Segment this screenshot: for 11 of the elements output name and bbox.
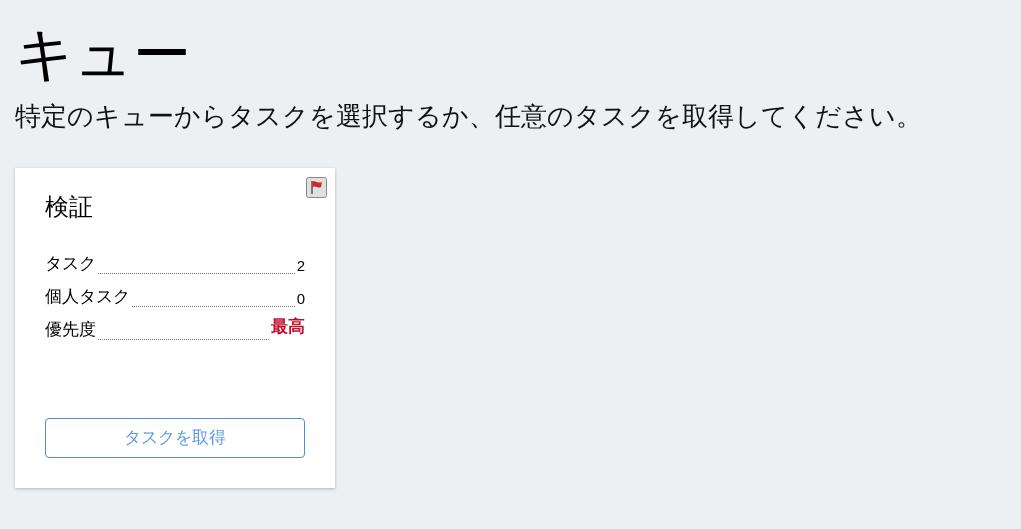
queue-name: 検証 <box>45 192 94 222</box>
get-task-button[interactable]: タスクを取得 <box>45 418 305 458</box>
stat-value: 0 <box>296 290 305 308</box>
page-title: キュー <box>15 20 191 88</box>
stat-label: 優先度 <box>45 319 96 341</box>
flag-icon[interactable] <box>306 177 327 198</box>
stat-label: タスク <box>45 253 96 275</box>
stat-label: 個人タスク <box>45 286 130 308</box>
page-subtitle: 特定のキューからタスクを選択するか、任意のタスクを取得してください。 <box>15 100 923 133</box>
stat-value: 最高 <box>271 316 305 338</box>
stat-value: 2 <box>296 257 305 275</box>
